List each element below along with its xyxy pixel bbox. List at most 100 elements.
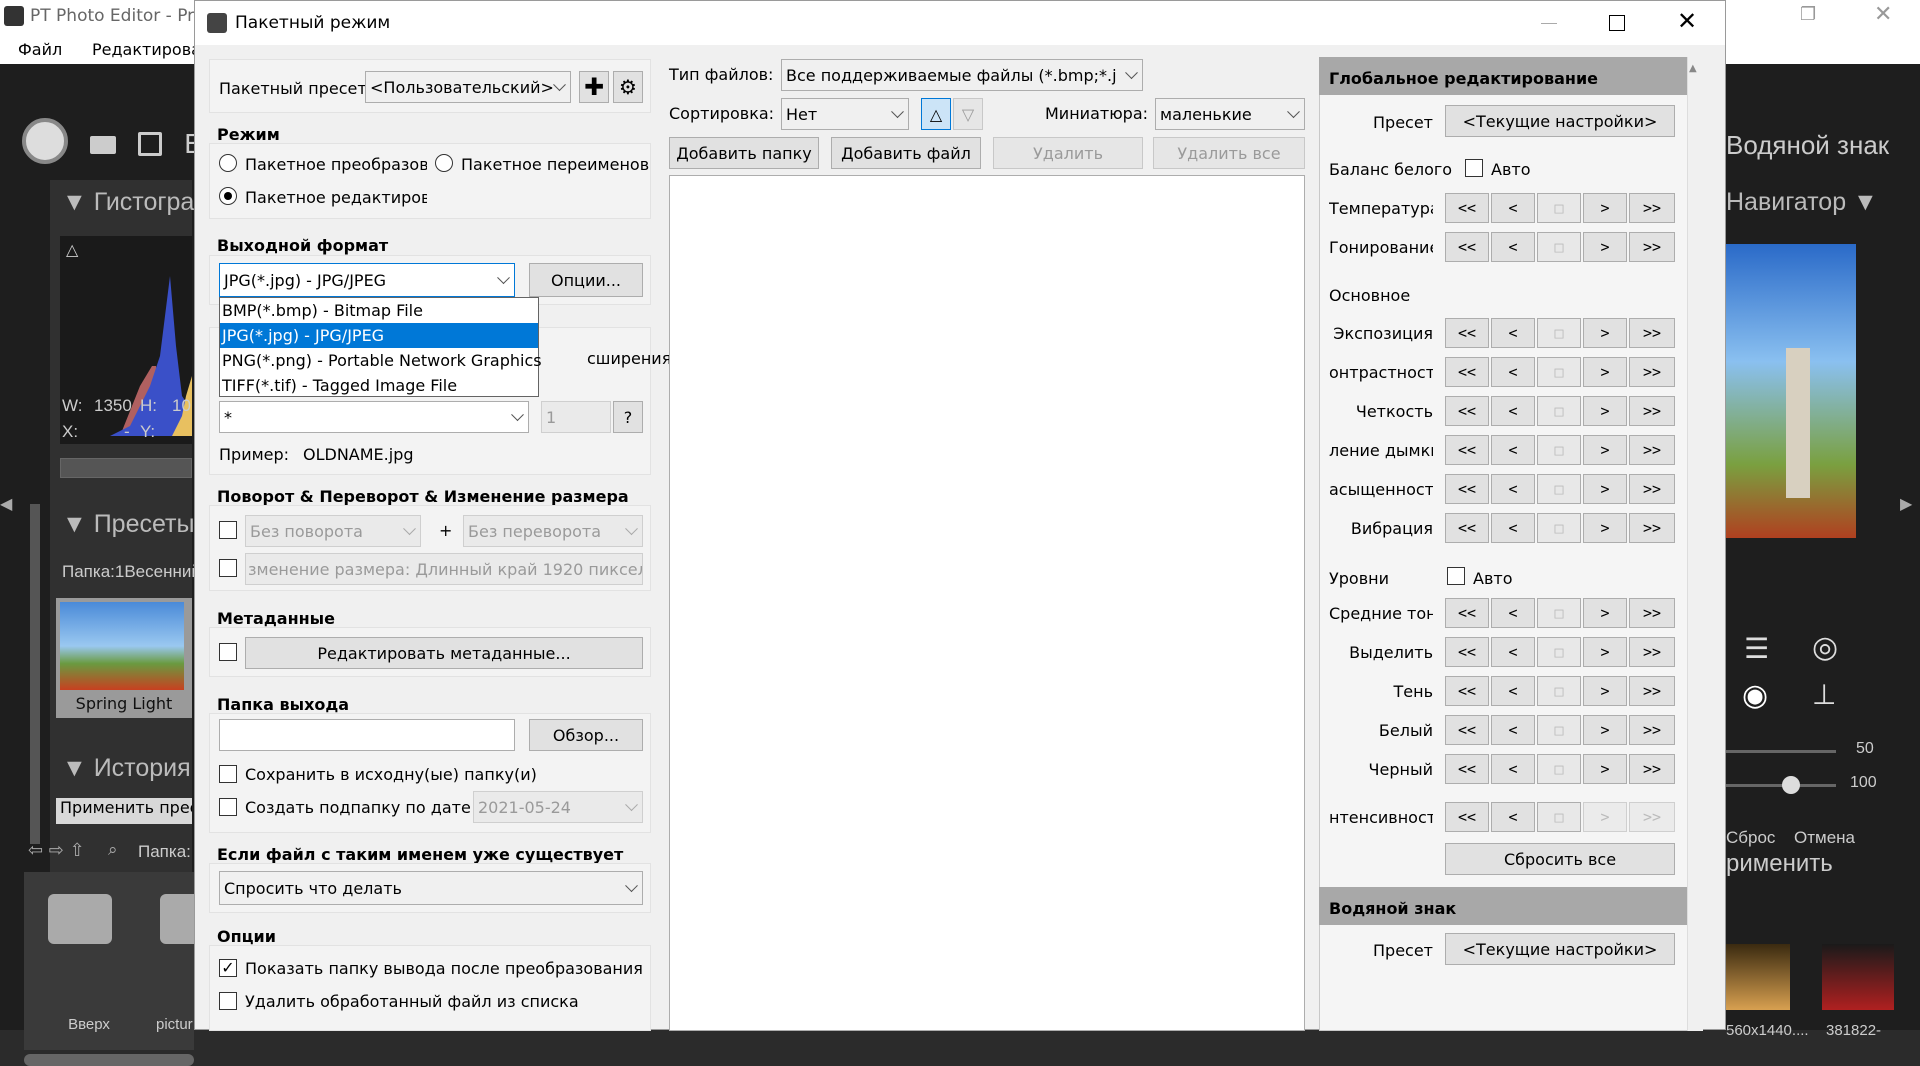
adjust-exposure-inc-large-button[interactable]: >> [1629, 318, 1675, 348]
rotate-checkbox[interactable] [219, 521, 237, 539]
adjust-tint-inc-button[interactable]: > [1583, 232, 1627, 262]
minimize-icon[interactable] [1541, 23, 1557, 24]
exists-action-select[interactable]: Спросить что делать [219, 871, 643, 905]
navigator-header[interactable]: Навигатор ▼ [1726, 188, 1878, 217]
adjust-contrast-inc-large-button[interactable]: >> [1629, 357, 1675, 387]
adjust-exposure-dec-button[interactable]: < [1491, 318, 1535, 348]
delete-all-button[interactable]: Удалить все [1153, 137, 1305, 169]
history-header[interactable]: ▼ История [62, 754, 191, 783]
adjust-tint-reset-button[interactable]: □ [1537, 232, 1581, 262]
show-folder-checkbox[interactable]: ✓ [219, 959, 237, 977]
adjust-blacks-inc-button[interactable]: > [1583, 754, 1627, 784]
mode-edit-radio[interactable] [219, 187, 237, 205]
adjust-temperature-reset-button[interactable]: □ [1537, 193, 1581, 223]
adjust-contrast-reset-button[interactable]: □ [1537, 357, 1581, 387]
output-format-select[interactable]: JPG(*.jpg) - JPG/JPEG [219, 263, 515, 297]
adjust-saturation-dec-large-button[interactable]: << [1445, 474, 1489, 504]
adjust-midtones-reset-button[interactable]: □ [1537, 598, 1581, 628]
output-options-button[interactable]: Опции... [529, 263, 643, 297]
delete-button[interactable]: Удалить [993, 137, 1143, 169]
levels-auto-checkbox[interactable] [1447, 567, 1465, 585]
background-close-icon[interactable]: ✕ [1874, 2, 1892, 27]
adjust-temperature-dec-large-button[interactable]: << [1445, 193, 1489, 223]
close-icon[interactable]: ✕ [1677, 7, 1697, 35]
help-button[interactable]: ? [613, 401, 643, 433]
thumbnail-size-select[interactable]: маленькие [1155, 98, 1305, 130]
adjust-dehaze-dec-large-button[interactable]: << [1445, 435, 1489, 465]
format-option-png[interactable]: PNG(*.png) - Portable Network Graphics [220, 348, 542, 373]
bg-cancel-button[interactable]: Отмена [1794, 828, 1855, 848]
format-dropdown-list[interactable]: BMP(*.bmp) - Bitmap File JPG(*.jpg) - JP… [219, 297, 542, 398]
search-icon[interactable]: ⌕ [108, 840, 118, 860]
background-restore-icon[interactable]: ❐ [1800, 4, 1816, 25]
tile-up[interactable]: Вверх [24, 872, 154, 1050]
adjust-highlights-inc-button[interactable]: > [1583, 637, 1627, 667]
adjust-saturation-inc-large-button[interactable]: >> [1629, 474, 1675, 504]
bottom-scrollbar[interactable] [24, 1054, 194, 1066]
adjust-dehaze-reset-button[interactable]: □ [1537, 435, 1581, 465]
adjust-contrast-inc-button[interactable]: > [1583, 357, 1627, 387]
browse-button[interactable]: Обзор... [529, 719, 643, 751]
batch-preset-select[interactable]: <Пользовательский> [365, 71, 571, 103]
adjust-tint-inc-large-button[interactable]: >> [1629, 232, 1675, 262]
name-template-select[interactable]: * [219, 401, 529, 433]
format-option-tiff[interactable]: TIFF(*.tif) - Tagged Image File [220, 373, 538, 398]
resize-checkbox[interactable] [219, 559, 237, 577]
adjust-dehaze-dec-button[interactable]: < [1491, 435, 1535, 465]
scroll-up-icon[interactable]: ▲ [1689, 63, 1697, 74]
adjust-tint-dec-button[interactable]: < [1491, 232, 1535, 262]
adjust-clarity-dec-large-button[interactable]: << [1445, 396, 1489, 426]
adjust-vibrance-dec-button[interactable]: < [1491, 513, 1535, 543]
adjust-temperature-inc-button[interactable]: > [1583, 193, 1627, 223]
add-preset-icon[interactable]: ✚ [579, 71, 609, 103]
bg-apply-button[interactable]: рименить [1726, 850, 1833, 878]
subfolder-date-checkbox[interactable] [219, 798, 237, 816]
adjust-intensity-dec-button[interactable]: < [1491, 802, 1535, 832]
histogram-header[interactable]: ▼ Гистограм [62, 188, 212, 217]
adjust-dehaze-inc-large-button[interactable]: >> [1629, 435, 1675, 465]
adjust-intensity-dec-large-button[interactable]: << [1445, 802, 1489, 832]
slider-thumb-2[interactable] [1782, 776, 1800, 794]
adjust-midtones-inc-large-button[interactable]: >> [1629, 598, 1675, 628]
target-icon[interactable]: ◉ [1742, 678, 1768, 713]
adjust-highlights-reset-button[interactable]: □ [1537, 637, 1581, 667]
adjust-whites-reset-button[interactable]: □ [1537, 715, 1581, 745]
add-folder-button[interactable]: Добавить папку [669, 137, 819, 169]
adjust-shadows-inc-button[interactable]: > [1583, 676, 1627, 706]
menu-edit[interactable]: Редактирова [92, 40, 201, 59]
nav-arrows-icon[interactable]: ⇦ ⇨ ⇧ [28, 840, 85, 861]
adjust-contrast-dec-button[interactable]: < [1491, 357, 1535, 387]
history-item[interactable]: Применить прес [56, 798, 192, 824]
flip-select[interactable]: Без переворота [463, 515, 643, 547]
format-option-bmp[interactable]: BMP(*.bmp) - Bitmap File [220, 298, 538, 323]
histogram-slider[interactable] [60, 458, 192, 478]
navigator-preview[interactable] [1726, 244, 1856, 538]
adjust-saturation-reset-button[interactable]: □ [1537, 474, 1581, 504]
mode-convert-radio[interactable] [219, 154, 237, 172]
stamp-icon[interactable]: ⊥ [1812, 678, 1836, 711]
adjust-shadows-reset-button[interactable]: □ [1537, 676, 1581, 706]
adjust-clarity-inc-button[interactable]: > [1583, 396, 1627, 426]
save-icon[interactable] [138, 132, 162, 156]
adjust-midtones-dec-button[interactable]: < [1491, 598, 1535, 628]
tone-icon[interactable]: ☰ [1744, 632, 1769, 665]
presets-header[interactable]: ▼ Пресеты э [62, 510, 214, 539]
add-file-button[interactable]: Добавить файл [831, 137, 981, 169]
adjust-blacks-dec-button[interactable]: < [1491, 754, 1535, 784]
date-select[interactable]: 2021-05-24 [473, 791, 643, 823]
global-edit-scrollbar[interactable] [1687, 57, 1703, 1031]
settings-gear-icon[interactable]: ⚙ [613, 71, 643, 103]
adjust-temperature-dec-button[interactable]: < [1491, 193, 1535, 223]
adjust-exposure-dec-large-button[interactable]: << [1445, 318, 1489, 348]
tile-folder[interactable]: pictur [144, 872, 194, 1050]
sort-ascending-icon[interactable]: △ [921, 98, 951, 130]
adjust-vibrance-dec-large-button[interactable]: << [1445, 513, 1489, 543]
adjust-shadows-dec-button[interactable]: < [1491, 676, 1535, 706]
open-folder-icon[interactable] [90, 136, 116, 154]
adjust-intensity-inc-large-button[interactable]: >> [1629, 802, 1675, 832]
format-option-jpg[interactable]: JPG(*.jpg) - JPG/JPEG [220, 323, 538, 348]
collapse-right-icon[interactable]: ▶ [1900, 494, 1912, 513]
adjust-temperature-inc-large-button[interactable]: >> [1629, 193, 1675, 223]
slider-track-2[interactable] [1726, 784, 1836, 787]
adjust-tint-dec-large-button[interactable]: << [1445, 232, 1489, 262]
